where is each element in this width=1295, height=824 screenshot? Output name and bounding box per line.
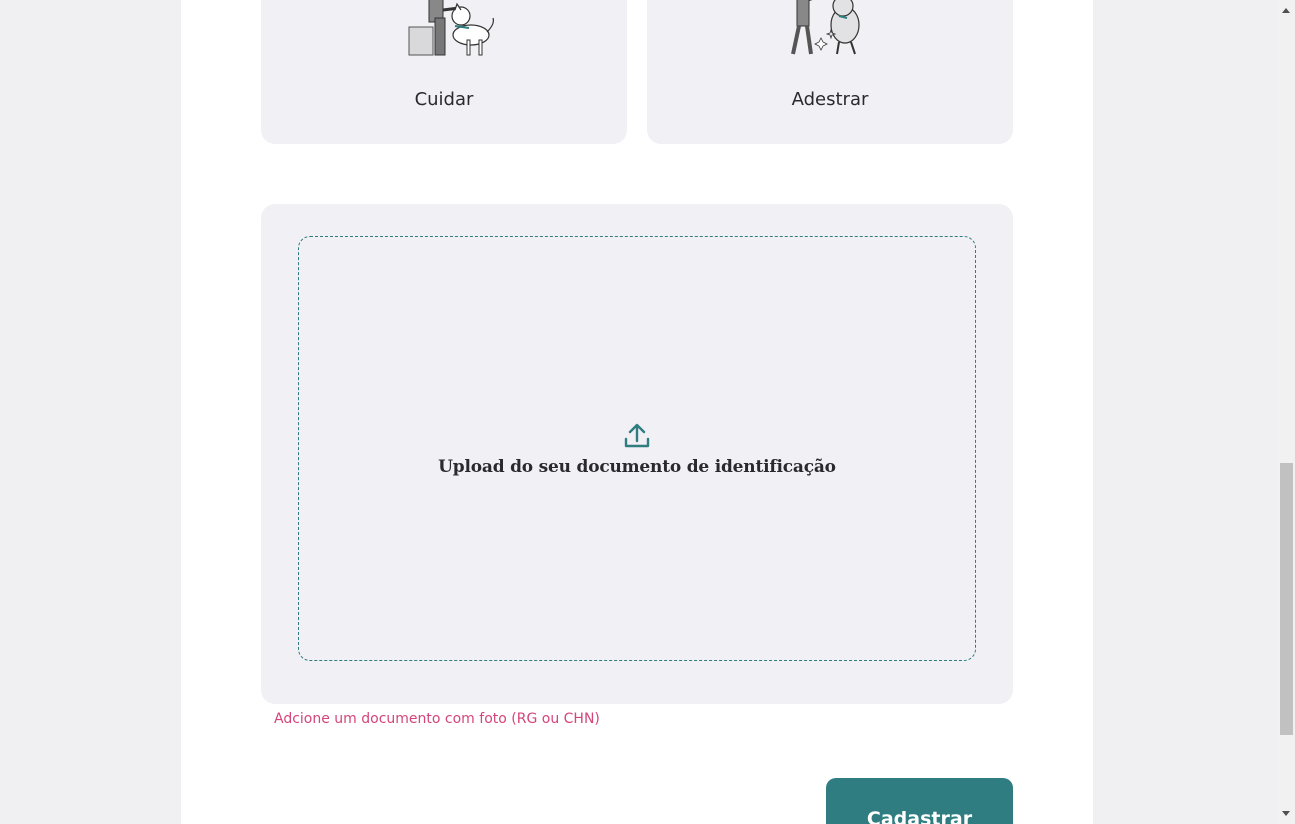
vertical-scrollbar[interactable] bbox=[1278, 0, 1295, 824]
submit-button[interactable]: Cadastrar bbox=[826, 778, 1013, 824]
scroll-up-icon[interactable] bbox=[1282, 8, 1290, 13]
person-petting-dog-illustration bbox=[408, 0, 494, 56]
person-training-dog-illustration bbox=[791, 0, 860, 55]
upload-instruction-text: Upload do seu documento de identificação bbox=[438, 456, 836, 477]
upload-icon bbox=[624, 423, 650, 447]
scroll-down-icon[interactable] bbox=[1282, 811, 1290, 816]
document-upload-dropzone[interactable]: Upload do seu documento de identificação bbox=[298, 236, 976, 661]
signup-form-page: Cuidar Adestrar Upload do seu documento … bbox=[181, 0, 1093, 824]
upload-hint-text: Adcione um documento com foto (RG ou CHN… bbox=[274, 711, 600, 727]
scrollbar-thumb[interactable] bbox=[1280, 463, 1293, 735]
service-card-label: Adestrar bbox=[791, 89, 869, 110]
service-card-label: Cuidar bbox=[414, 89, 474, 110]
document-upload-panel: Upload do seu documento de identificação bbox=[261, 204, 1013, 704]
service-card-cuidar[interactable]: Cuidar bbox=[261, 0, 627, 144]
service-card-adestrar[interactable]: Adestrar bbox=[647, 0, 1013, 144]
